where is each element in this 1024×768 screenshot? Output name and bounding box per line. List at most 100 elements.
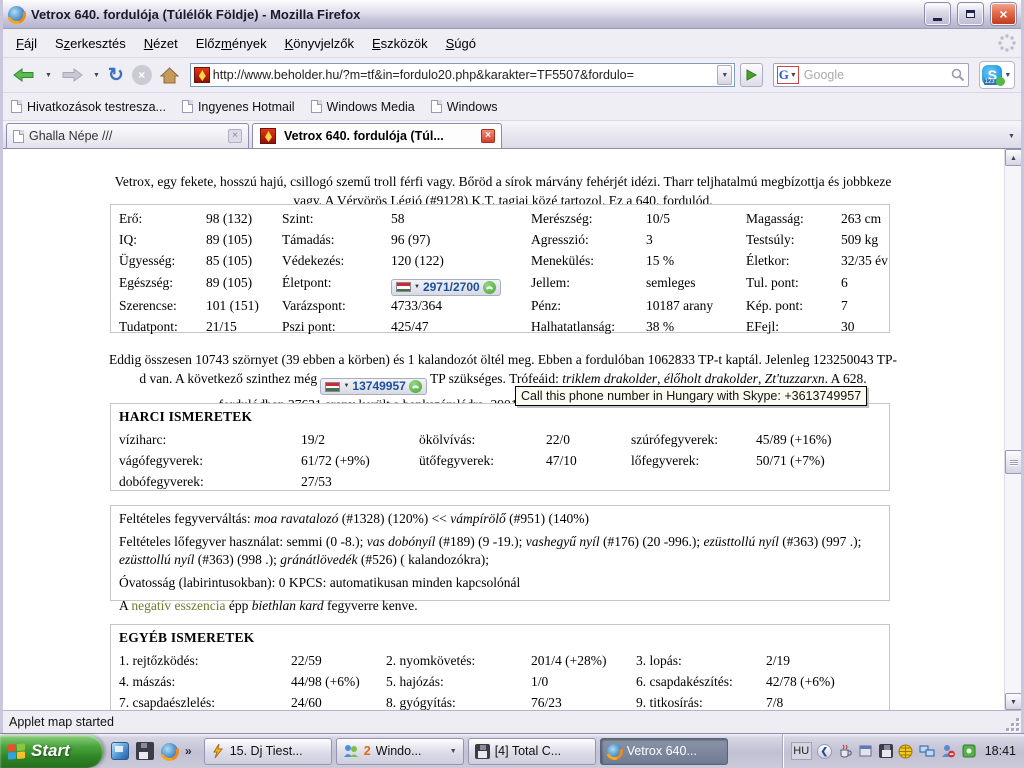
menu-eszkozok[interactable]: Eszközök: [363, 32, 437, 55]
menu-konyvjelzok[interactable]: Könyvjelzők: [276, 32, 363, 55]
clock[interactable]: 18:41: [985, 744, 1016, 758]
skill-label: víziharc:: [119, 429, 301, 450]
taskbar-button-totalcmd[interactable]: [4] Total C...: [468, 738, 596, 765]
tab-close-icon[interactable]: ×: [228, 129, 242, 143]
skype-toolbar-button[interactable]: S 123 ▼: [979, 61, 1015, 89]
stat-label: Támadás:: [282, 229, 391, 250]
tab-ghalla-nepe[interactable]: Ghalla Népe /// ×: [6, 123, 249, 148]
network-icon[interactable]: [919, 743, 935, 759]
url-input[interactable]: [213, 68, 717, 82]
globe-icon[interactable]: [898, 743, 914, 759]
stat-value: 96 (97): [391, 229, 531, 250]
search-engine-chip[interactable]: G▼: [777, 66, 799, 84]
stat-value-hp: ▼ 2971/2700: [391, 271, 531, 296]
menu-sugo[interactable]: Súgó: [437, 32, 485, 55]
stat-value: 7: [841, 296, 888, 317]
user-blocked-icon[interactable]: [940, 743, 956, 759]
stat-value: 30: [841, 317, 888, 338]
search-icon[interactable]: [951, 68, 965, 82]
skill-value: 27/53: [301, 471, 419, 492]
caution-line: Óvatosság (labirintusokban): 0 KPCS: aut…: [119, 574, 881, 592]
antivirus-icon[interactable]: [961, 743, 977, 759]
minimize-button[interactable]: [925, 3, 950, 25]
group-dropdown-icon[interactable]: ▼: [450, 748, 457, 755]
start-button[interactable]: Start: [0, 735, 103, 768]
app-window-icon[interactable]: [858, 743, 874, 759]
status-text: Applet map started: [9, 715, 114, 729]
java-icon[interactable]: [837, 743, 853, 759]
menu-bar: Fájl Szerkesztés Nézet Előzmények Könyvj…: [3, 29, 1021, 58]
skill-label: ökölvívás:: [419, 429, 546, 450]
stats-table: Erő:98 (132) Szint:58 Merészség:10/5 Mag…: [110, 204, 890, 333]
bookmarks-toolbar: Hivatkozások testresza... Ingyenes Hotma…: [3, 93, 1021, 121]
skype-phone-widget[interactable]: ▼ 2971/2700: [391, 279, 501, 296]
messenger-icon: [343, 744, 359, 758]
stat-value: 32/35 év: [841, 250, 888, 271]
table-row: Ügyesség:85 (105) Védekezés:120 (122) Me…: [119, 250, 888, 271]
floppy-icon[interactable]: [879, 744, 893, 758]
stop-button[interactable]: ×: [129, 61, 155, 89]
menu-nezet[interactable]: Nézet: [135, 32, 187, 55]
location-bar[interactable]: ▼: [190, 63, 735, 87]
hungarian-flag-icon: [396, 282, 411, 292]
phone-icon[interactable]: [483, 281, 496, 294]
stat-value: 101 (151): [206, 296, 282, 317]
firefox-icon[interactable]: [161, 743, 178, 760]
menu-fajl[interactable]: Fájl: [7, 32, 46, 55]
search-input[interactable]: [802, 67, 951, 83]
scrollbar-thumb[interactable]: [1005, 450, 1021, 474]
skill-label: ütőfegyverek:: [419, 450, 546, 471]
bookmark-item[interactable]: Windows: [431, 100, 498, 114]
tab-strip: Ghalla Népe /// × Vetrox 640. fordulója …: [3, 121, 1021, 149]
skill-value: 7/8: [766, 692, 885, 710]
table-row: Tudatpont:21/15 Pszi pont:425/47 Halhata…: [119, 317, 888, 338]
vertical-scrollbar[interactable]: ▲ ▼: [1004, 149, 1021, 710]
skype-dropdown[interactable]: ▼: [1004, 72, 1011, 79]
menu-szerkesztes[interactable]: Szerkesztés: [46, 32, 135, 55]
table-row: dobófegyverek:27/53: [119, 471, 885, 492]
bookmark-item[interactable]: Ingyenes Hotmail: [182, 100, 295, 114]
forward-button[interactable]: [57, 61, 87, 89]
go-button[interactable]: [740, 63, 763, 87]
home-button[interactable]: [157, 61, 182, 89]
stat-label: Halhatatlanság:: [531, 317, 646, 338]
stat-value: 89 (105): [206, 271, 282, 296]
menu-elozmenyek[interactable]: Előzmények: [187, 32, 276, 55]
resize-grip[interactable]: [1006, 718, 1020, 732]
bookmark-item[interactable]: Hivatkozások testresza...: [11, 100, 166, 114]
close-button[interactable]: ×: [991, 3, 1016, 25]
floppy-app-icon[interactable]: [136, 742, 154, 760]
reload-button[interactable]: ↻: [105, 61, 127, 89]
show-desktop-icon[interactable]: [111, 742, 129, 760]
tab-close-icon[interactable]: ×: [481, 129, 495, 143]
language-indicator[interactable]: HU: [791, 742, 812, 760]
table-row: vágófegyverek:61/72 (+9%) ütőfegyverek:4…: [119, 450, 885, 471]
table-row: víziharc:19/2 ökölvívás:22/0 szúrófegyve…: [119, 429, 885, 450]
phone-icon[interactable]: [409, 380, 422, 393]
taskbar-button-messenger[interactable]: 2 Windo... ▼: [336, 738, 464, 765]
skype-phone-widget[interactable]: ▼13749957: [320, 378, 426, 395]
table-row: Egészség:89 (105) Életpont: ▼ 2971/2700: [119, 271, 888, 296]
url-history-dropdown[interactable]: ▼: [717, 65, 732, 85]
taskbar-button-winamp[interactable]: 15. Dj Tiest...: [204, 738, 332, 765]
bookmark-item[interactable]: Windows Media: [311, 100, 415, 114]
back-button[interactable]: [9, 61, 39, 89]
scroll-down-button[interactable]: ▼: [1005, 693, 1021, 710]
taskbar: Start » 15. Dj Tiest... 2 Windo... ▼ [4]…: [0, 733, 1024, 768]
stat-value: 21/15: [206, 317, 282, 338]
forward-dropdown[interactable]: ▼: [89, 61, 103, 89]
taskbar-button-firefox-active[interactable]: Vetrox 640...: [600, 738, 728, 765]
scroll-up-button[interactable]: ▲: [1005, 149, 1021, 166]
skill-value: 22/0: [546, 429, 631, 450]
quicklaunch-overflow-chevron[interactable]: »: [185, 744, 192, 758]
stat-label: Magasság:: [746, 208, 841, 229]
collapse-chevron-icon[interactable]: ❮: [817, 744, 832, 759]
search-bar[interactable]: G▼: [773, 63, 969, 87]
tab-vetrox-active[interactable]: Vetrox 640. fordulója (Túl... ×: [252, 123, 502, 148]
back-dropdown[interactable]: ▼: [41, 61, 55, 89]
bookmark-page-icon: [11, 100, 22, 113]
window-titlebar[interactable]: Vetrox 640. fordulója (Túlélők Földje) -…: [3, 0, 1021, 29]
tab-list-dropdown[interactable]: ▼: [1003, 127, 1019, 145]
restore-button[interactable]: [958, 3, 983, 25]
skype-badge: 123: [984, 79, 996, 85]
